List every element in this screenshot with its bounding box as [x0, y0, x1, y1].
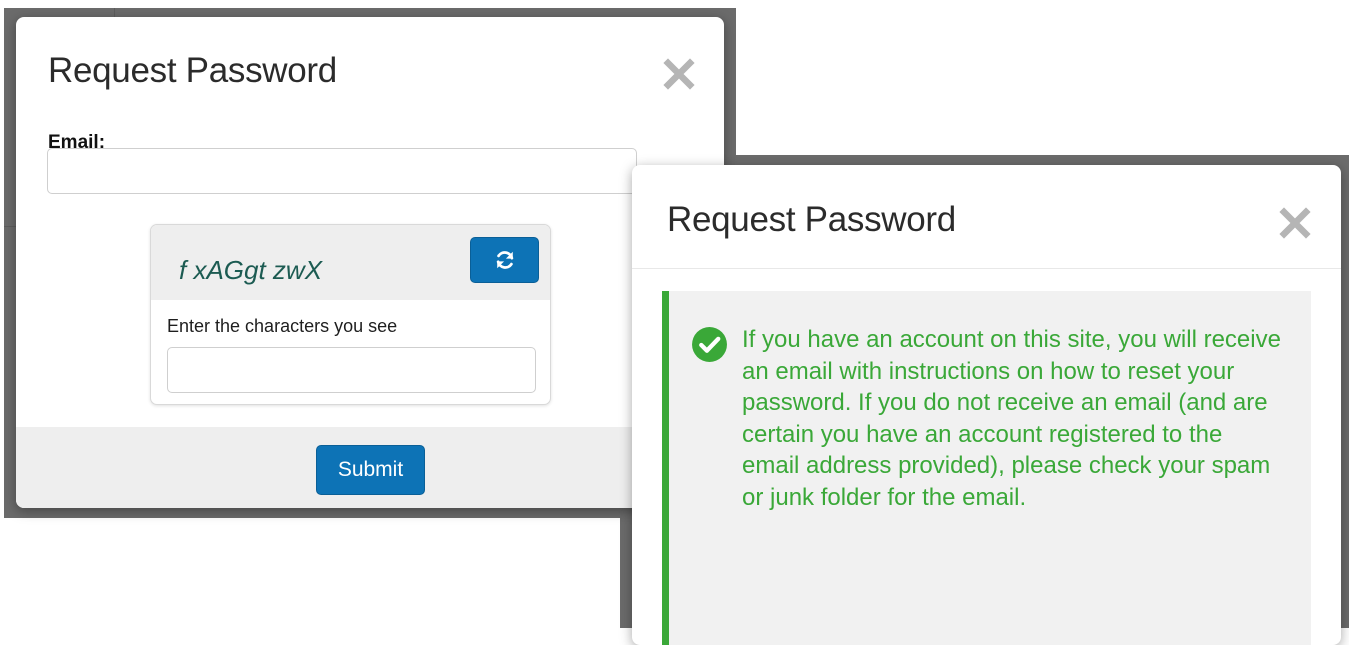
refresh-icon: [496, 251, 513, 269]
request-password-modal: Request Password Email: f xAGgt zwX Ente…: [16, 17, 724, 508]
success-message: If you have an account on this site, you…: [742, 326, 1281, 511]
captcha-panel: f xAGgt zwX Enter the characters you see: [150, 224, 551, 405]
header-divider: [632, 268, 1341, 269]
modal-title: Request Password: [48, 51, 337, 90]
svg-text:f xAGgt zwX: f xAGgt zwX: [179, 255, 324, 285]
close-icon: [663, 58, 695, 90]
captcha-refresh-button[interactable]: [470, 237, 539, 283]
captcha-input[interactable]: [167, 347, 536, 393]
submit-button[interactable]: Submit: [316, 445, 425, 495]
close-icon: [1279, 207, 1311, 239]
email-input[interactable]: [47, 148, 637, 194]
modal-footer: Submit: [16, 427, 724, 508]
captcha-image: f xAGgt zwX: [177, 247, 357, 287]
check-circle-icon: [691, 326, 728, 363]
close-button[interactable]: [661, 56, 697, 92]
captcha-prompt: Enter the characters you see: [167, 316, 398, 336]
modal-title: Request Password: [667, 200, 956, 239]
close-button[interactable]: [1277, 205, 1313, 241]
request-password-confirmation-modal: Request Password If you have an account …: [632, 165, 1341, 645]
captcha-header: f xAGgt zwX: [151, 225, 550, 300]
success-alert: If you have an account on this site, you…: [662, 291, 1311, 645]
